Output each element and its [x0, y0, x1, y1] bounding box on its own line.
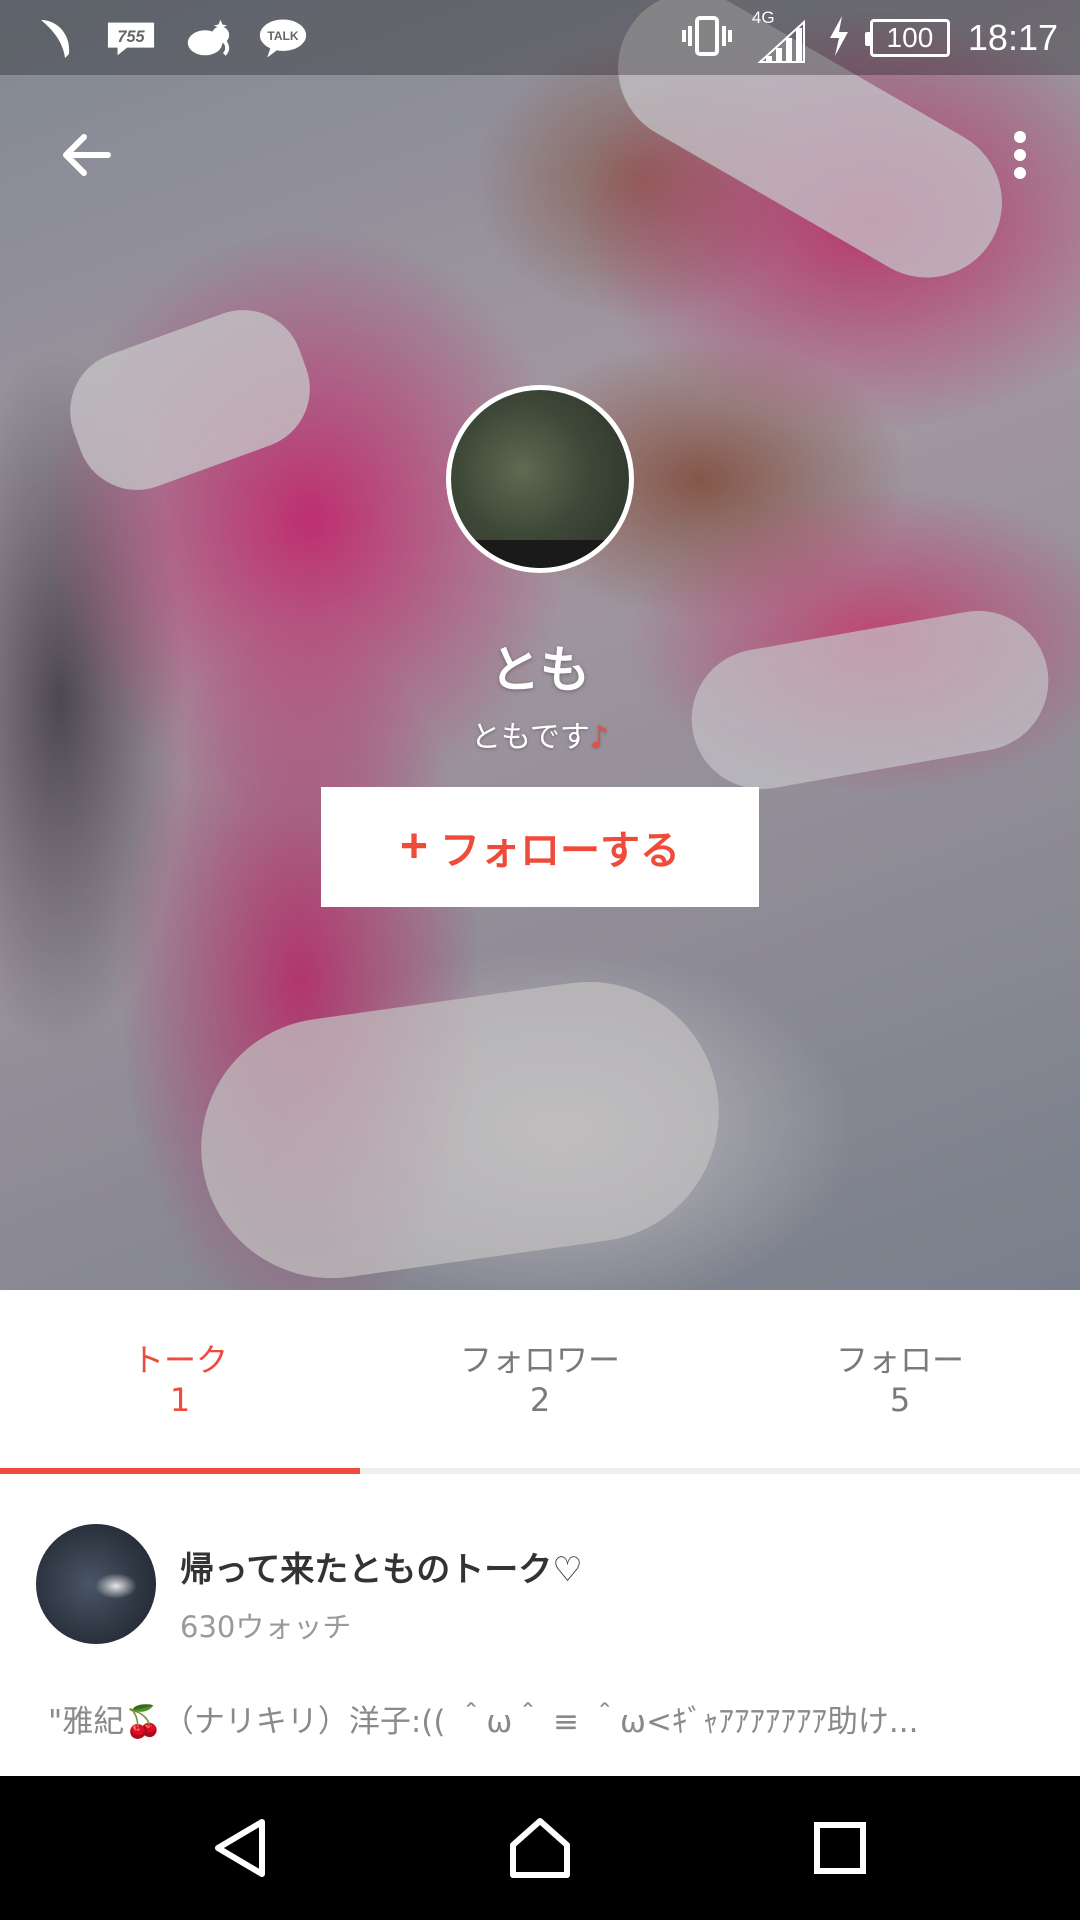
tab-label: フォロー [835, 1341, 964, 1379]
recents-icon [814, 1822, 866, 1874]
tab-count: 2 [529, 1381, 551, 1419]
nav-recents-button[interactable] [790, 1798, 890, 1898]
follow-button[interactable]: + フォローする [321, 787, 759, 907]
bio-text: ともです [471, 720, 590, 755]
battery-level: 100 [886, 21, 934, 53]
talk-app-icon: TALK [258, 13, 308, 63]
charging-icon [826, 14, 852, 62]
profile-bio: ともです♪ [0, 712, 1080, 756]
talk-watch-count: 630ウォッチ [180, 1610, 352, 1644]
tab-count: 1 [169, 1381, 191, 1419]
system-status: 4G 100 18:17 [680, 0, 1058, 75]
talk-list-item[interactable]: 帰って来たとものトーク♡ 630ウォッチ "雅紀🍒（ナリキリ）洋子:(( ＾ω＾… [0, 1474, 1080, 1776]
back-button[interactable] [50, 120, 120, 190]
more-options-button[interactable] [990, 120, 1050, 190]
back-triangle-icon [215, 1819, 265, 1877]
755-app-icon: 755 [106, 13, 156, 63]
tab-label: トーク [131, 1341, 228, 1379]
more-vert-icon [1014, 131, 1026, 179]
battery-indicator: 100 [864, 18, 950, 57]
profile-tabs: トーク 1 フォロワー 2 フォロー 5 [0, 1290, 1080, 1472]
home-icon [510, 1818, 570, 1878]
follow-label: フォローする [440, 829, 681, 873]
profile-name: とも [490, 641, 590, 699]
notification-icons: 755 TALK [30, 10, 308, 66]
svg-text:TALK: TALK [267, 29, 298, 43]
tab-label: フォロワー [459, 1341, 620, 1379]
tab-following[interactable]: フォロー 5 [720, 1290, 1080, 1472]
system-nav-bar [0, 1776, 1080, 1920]
back-arrow-icon [63, 134, 111, 176]
talk-preview: "雅紀🍒（ナリキリ）洋子:(( ＾ω＾ ≡ ＾ω<ｷﾞｬｱｱｱｱｱｱｱ助け... [48, 1704, 919, 1740]
talk-title: 帰って来たとものトーク♡ [180, 1550, 583, 1590]
profile-avatar[interactable] [446, 385, 634, 573]
nav-home-button[interactable] [490, 1798, 590, 1898]
plus-icon: + [399, 820, 429, 873]
clock: 18:17 [967, 16, 1058, 58]
talk-thumbnail [36, 1524, 156, 1644]
elephant-app-icon [182, 13, 232, 63]
tab-count: 5 [889, 1381, 911, 1419]
vibrate-icon [680, 14, 734, 62]
status-bar: 755 TALK 4G 100 18:17 [0, 0, 1080, 75]
svg-text:755: 755 [117, 28, 145, 46]
music-note-symbol: ♪ [589, 720, 609, 755]
tab-followers[interactable]: フォロワー 2 [360, 1290, 720, 1472]
signal-icon: 4G [752, 8, 808, 66]
tab-talk[interactable]: トーク 1 [0, 1290, 360, 1472]
feather-icon [30, 13, 80, 63]
nav-back-button[interactable] [190, 1798, 290, 1898]
